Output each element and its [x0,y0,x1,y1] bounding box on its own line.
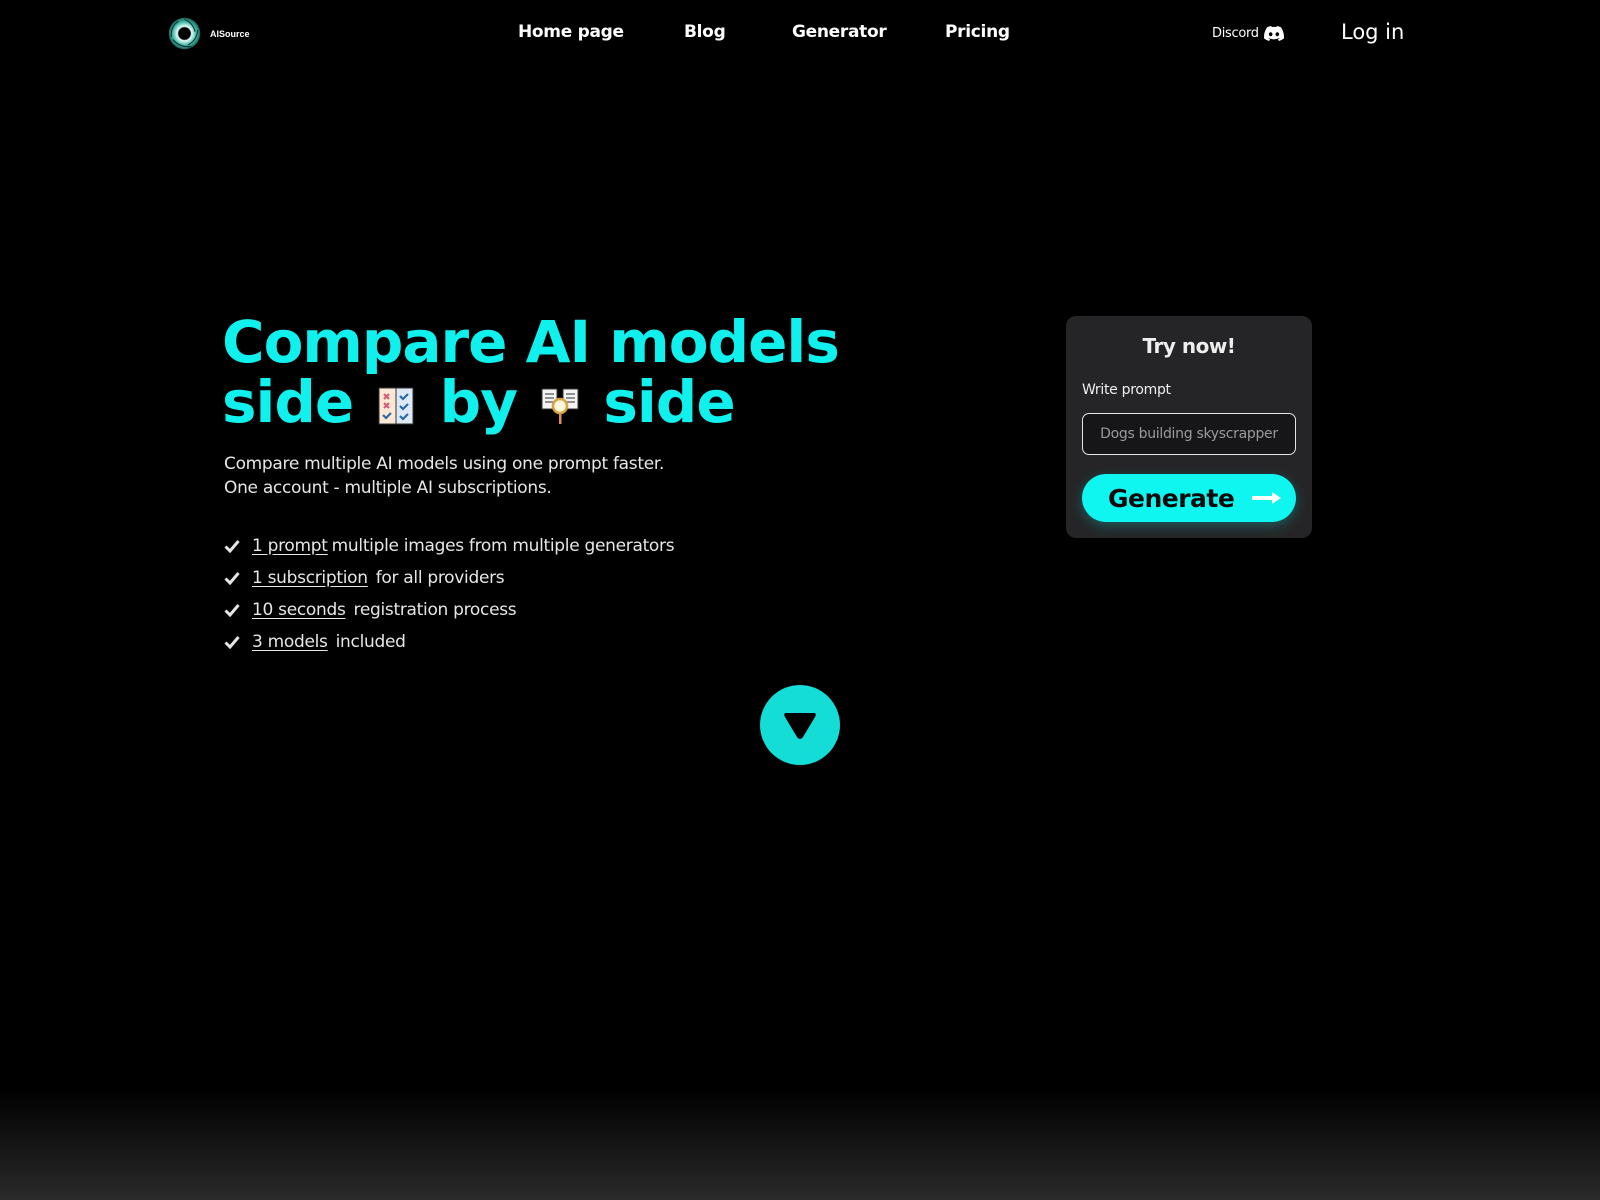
feature-text: included [335,632,406,652]
feature-item: 1 prompt multiple images from multiple g… [224,530,675,562]
discord-icon [1263,26,1284,41]
compare-documents-icon [541,388,579,424]
generate-button[interactable]: Generate [1082,474,1296,522]
nav-home-page[interactable]: Home page [518,22,624,42]
hero-title: Compare AI models side by side [222,312,840,432]
feature-text: registration process [353,600,517,620]
feature-highlight[interactable]: 1 prompt [252,536,328,556]
logo-swirl-icon [168,17,201,50]
nav-blog[interactable]: Blog [684,22,726,42]
site-header: AISource Home page Blog Generator Pricin… [0,0,1600,70]
feature-highlight[interactable]: 10 seconds [252,600,346,620]
arrow-right-icon [1252,492,1282,504]
discord-label: Discord [1212,26,1259,41]
try-now-card: Try now! Write prompt Generate [1066,316,1312,538]
feature-list: 1 prompt multiple images from multiple g… [224,530,675,658]
checklist-icon [378,387,414,425]
subtitle-line1: Compare multiple AI models using one pro… [224,454,665,474]
check-icon [224,572,240,585]
triangle-down-icon [784,713,816,739]
hero-subtitle: Compare multiple AI models using one pro… [224,452,664,500]
logo[interactable]: AISource [167,16,250,51]
generate-label: Generate [1108,483,1235,513]
login-link[interactable]: Log in [1341,20,1404,44]
nav-pricing[interactable]: Pricing [945,22,1010,42]
hero-title-line1: Compare AI models [222,308,840,376]
prompt-label: Write prompt [1082,382,1171,398]
discord-link[interactable]: Discord [1212,26,1284,41]
logo-text: AISource [210,28,250,39]
hero-title-side2: side [603,368,735,436]
hero-title-by: by [439,368,518,436]
feature-item: 10 seconds registration process [224,594,674,626]
feature-item: 1 subscription for all providers [224,562,674,594]
prompt-input[interactable] [1082,413,1296,455]
feature-item: 3 models included [224,626,674,658]
feature-text: for all providers [375,568,505,588]
try-now-title: Try now! [1142,334,1236,358]
scroll-down-button[interactable] [760,685,840,765]
check-icon [224,604,240,617]
check-icon [224,636,240,649]
feature-highlight[interactable]: 3 models [252,632,328,652]
subtitle-line2: One account - multiple AI subscriptions. [224,478,552,498]
check-icon [224,540,240,553]
feature-text: multiple images from multiple generators [331,536,675,556]
hero-title-side: side [222,368,354,436]
nav-generator[interactable]: Generator [792,22,887,42]
feature-highlight[interactable]: 1 subscription [252,568,368,588]
